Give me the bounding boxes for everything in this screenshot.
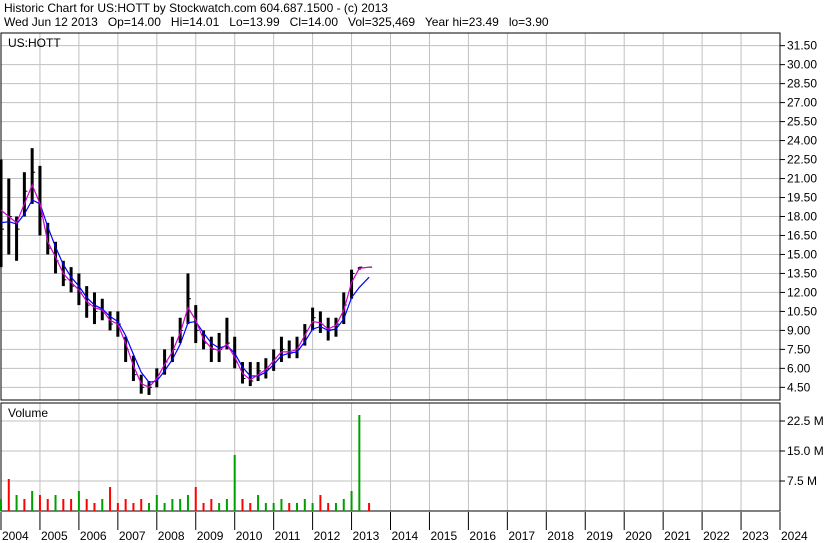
price-y-tick-label: 6.00 [787, 361, 811, 375]
price-y-tick-label: 15.00 [787, 247, 817, 261]
price-y-tick-label: 22.50 [787, 153, 817, 167]
volume-bar [124, 499, 127, 511]
volume-bar [194, 487, 197, 511]
x-tick-label: 2022 [703, 529, 730, 543]
volume-bar [70, 499, 73, 511]
volume-bar [163, 503, 166, 511]
x-tick-label: 2010 [236, 529, 263, 543]
price-y-tick-label: 9.00 [787, 323, 811, 337]
volume-bar [334, 503, 337, 511]
volume-bar [311, 503, 314, 511]
x-tick-label: 2007 [119, 529, 146, 543]
volume-bar [342, 499, 345, 511]
price-y-tick-label: 25.50 [787, 115, 817, 129]
volume-bar [140, 499, 143, 511]
volume-bar [257, 495, 260, 511]
price-y-tick-label: 16.50 [787, 228, 817, 242]
volume-bar [23, 499, 26, 511]
price-y-tick-label: 24.00 [787, 134, 817, 148]
volume-bar [249, 503, 252, 511]
volume-bar [264, 503, 267, 511]
x-tick-label: 2023 [742, 529, 769, 543]
volume-bar [155, 495, 158, 511]
x-tick-label: 2012 [314, 529, 341, 543]
x-tick-label: 2006 [80, 529, 107, 543]
volume-bar [46, 499, 49, 511]
volume-bar [280, 499, 283, 511]
x-tick-label: 2014 [392, 529, 419, 543]
volume-bar [93, 503, 96, 511]
x-tick-label: 2019 [586, 529, 613, 543]
volume-bar [319, 495, 322, 511]
volume-bar [368, 503, 371, 511]
price-y-tick-label: 12.00 [787, 285, 817, 299]
volume-y-tick-label: 15.0 M [787, 444, 824, 458]
volume-bar [225, 499, 228, 511]
volume-bar [54, 495, 57, 511]
x-tick-label: 2020 [625, 529, 652, 543]
price-y-tick-label: 10.50 [787, 304, 817, 318]
volume-bar [303, 499, 306, 511]
volume-bar [171, 499, 174, 511]
x-tick-label: 2009 [197, 529, 224, 543]
volume-bar [7, 479, 10, 511]
volume-bar [186, 495, 189, 511]
volume-bar [296, 503, 299, 511]
volume-bar [38, 495, 41, 511]
x-tick-label: 2013 [353, 529, 380, 543]
price-y-tick-label: 7.50 [787, 342, 811, 356]
volume-bar [202, 503, 205, 511]
volume-bar [0, 499, 2, 511]
volume-bar [116, 503, 119, 511]
volume-y-tick-label: 7.5 M [787, 474, 817, 488]
volume-bar [272, 503, 275, 511]
x-tick-label: 2005 [41, 529, 68, 543]
price-y-tick-label: 13.50 [787, 266, 817, 280]
x-tick-label: 2016 [469, 529, 496, 543]
x-tick-label: 2021 [664, 529, 691, 543]
volume-bar [218, 503, 221, 511]
volume-panel-label: Volume [8, 406, 48, 420]
volume-bar [101, 499, 104, 511]
stock-chart: 2004 2005 2006 2007 2008 2009 2010 2011 2012 2013… [0, 32, 824, 543]
volume-bar [109, 487, 112, 511]
volume-bar [288, 503, 291, 511]
x-tick-label: 2004 [2, 529, 29, 543]
x-tick-label: 2017 [508, 529, 535, 543]
price-panel-label: US:HOTT [8, 36, 61, 50]
moving-average-long-line [0, 199, 370, 383]
volume-bar [358, 415, 361, 511]
price-y-tick-label: 18.00 [787, 210, 817, 224]
price-y-tick-label: 28.50 [787, 77, 817, 91]
x-tick-label: 2011 [275, 529, 301, 543]
volume-bar [15, 495, 18, 511]
volume-bar [62, 499, 65, 511]
price-y-tick-label: 30.00 [787, 58, 817, 72]
x-tick-label: 2018 [547, 529, 574, 543]
price-y-tick-label: 27.00 [787, 96, 817, 110]
volume-bar [132, 503, 135, 511]
x-tick-label: 2008 [158, 529, 185, 543]
volume-bar [85, 499, 88, 511]
x-tick-label: 2024 [781, 529, 808, 543]
volume-bar [327, 503, 330, 511]
volume-bar [233, 455, 236, 511]
price-y-tick-label: 31.50 [787, 39, 817, 53]
x-tick-label: 2015 [430, 529, 457, 543]
moving-average-short-line [0, 183, 370, 389]
volume-y-tick-label: 22.5 M [787, 414, 824, 428]
price-y-tick-label: 21.00 [787, 172, 817, 186]
volume-bar [210, 499, 213, 511]
price-y-tick-label: 4.50 [787, 380, 811, 394]
volume-bar [350, 491, 353, 511]
volume-bar [179, 499, 182, 511]
volume-bar [31, 491, 34, 511]
volume-bar [77, 491, 80, 511]
volume-bar [148, 503, 151, 511]
price-y-tick-label: 19.50 [787, 191, 817, 205]
volume-bar [241, 499, 244, 511]
